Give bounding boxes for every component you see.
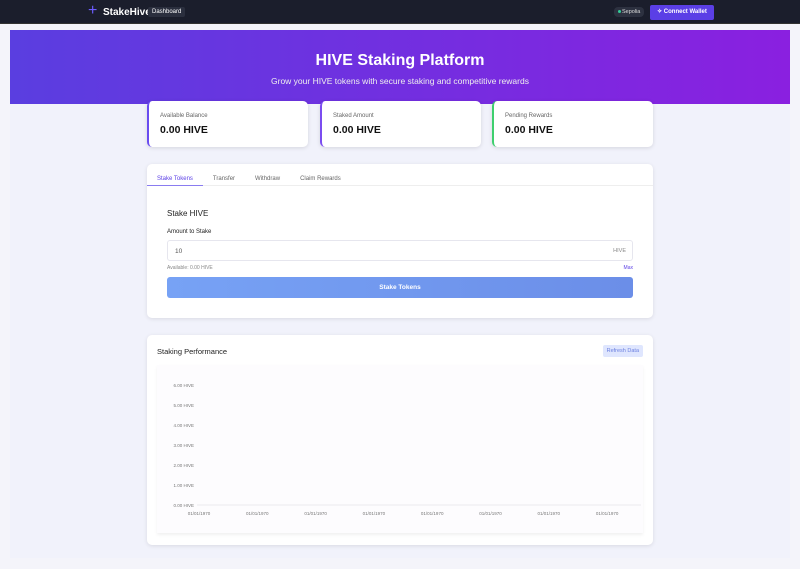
connect-label: Connect Wallet — [664, 9, 707, 15]
stat-value: 0.00 HIVE — [160, 124, 297, 136]
wallet-icon: ✧ — [657, 9, 664, 15]
stake-tokens-button[interactable]: Stake Tokens — [167, 277, 633, 298]
section-title: Stake HIVE — [167, 209, 208, 218]
top-nav: + StakeHive Dashboard Sepolia ✧ Connect … — [0, 0, 800, 24]
max-link[interactable]: Max — [624, 265, 633, 271]
y-tick-label: 6.00 HIVE — [173, 383, 194, 388]
nav-dashboard[interactable]: Dashboard — [148, 7, 185, 17]
tab-transfer[interactable]: Transfer — [203, 164, 245, 186]
tab-withdraw[interactable]: Withdraw — [245, 164, 290, 186]
y-tick-label: 1.00 HIVE — [173, 483, 194, 488]
x-tick-label: 01/01/1970 — [421, 511, 444, 516]
performance-panel: Staking Performance Refresh Data 0.00 HI… — [147, 335, 653, 545]
amount-value: 10 — [175, 248, 182, 255]
hero-title: HIVE Staking Platform — [10, 52, 790, 70]
y-tick-label: 0.00 HIVE — [173, 503, 194, 508]
stat-value: 0.00 HIVE — [333, 124, 470, 136]
amount-input[interactable]: 10 HIVE — [167, 240, 633, 261]
stat-label: Pending Rewards — [505, 113, 642, 119]
stat-available: Available Balance 0.00 HIVE — [147, 101, 308, 147]
y-tick-label: 5.00 HIVE — [173, 403, 194, 408]
stake-panel: Stake Tokens Transfer Withdraw Claim Rew… — [147, 164, 653, 318]
tab-claim-rewards[interactable]: Claim Rewards — [290, 164, 351, 186]
chart-container: 0.00 HIVE 1.00 HIVE 2.00 HIVE 3.00 HIVE 4.00… — [157, 365, 643, 533]
tab-stake[interactable]: Stake Tokens — [147, 164, 203, 186]
brand[interactable]: StakeHive — [103, 7, 151, 18]
hero-subtitle: Grow your HIVE tokens with secure stakin… — [10, 76, 790, 86]
x-tick-label: 01/01/1970 — [538, 511, 561, 516]
y-tick-label: 3.00 HIVE — [173, 443, 194, 448]
stat-value: 0.00 HIVE — [505, 124, 642, 136]
hero-banner: HIVE Staking Platform Grow your HIVE tok… — [10, 30, 790, 104]
stat-staked: Staked Amount 0.00 HIVE — [320, 101, 481, 147]
network-badge[interactable]: Sepolia — [614, 7, 644, 17]
plus-logo-icon: + — [88, 4, 97, 18]
y-tick-label: 2.00 HIVE — [173, 463, 194, 468]
x-tick-label: 01/01/1970 — [304, 511, 327, 516]
unit-label: HIVE — [613, 248, 626, 254]
x-tick-label: 01/01/1970 — [246, 511, 269, 516]
x-tick-label: 01/01/1970 — [596, 511, 619, 516]
performance-title: Staking Performance — [157, 347, 227, 356]
performance-chart: 0.00 HIVE 1.00 HIVE 2.00 HIVE 3.00 HIVE 4.00… — [157, 365, 643, 533]
refresh-data-button[interactable]: Refresh Data — [603, 345, 643, 357]
y-tick-label: 4.00 HIVE — [173, 423, 194, 428]
tab-bar: Stake Tokens Transfer Withdraw Claim Rew… — [147, 164, 653, 186]
stat-label: Staked Amount — [333, 113, 470, 119]
connect-wallet-button[interactable]: ✧ Connect Wallet — [650, 5, 714, 20]
x-tick-label: 01/01/1970 — [188, 511, 211, 516]
status-dot-icon — [618, 10, 621, 13]
x-tick-label: 01/01/1970 — [479, 511, 502, 516]
stat-rewards: Pending Rewards 0.00 HIVE — [492, 101, 653, 147]
network-label: Sepolia — [622, 9, 640, 15]
amount-label: Amount to Stake — [167, 229, 211, 235]
stat-label: Available Balance — [160, 113, 297, 119]
available-text: Available: 0.00 HIVE — [167, 265, 213, 271]
x-tick-label: 01/01/1970 — [363, 511, 386, 516]
